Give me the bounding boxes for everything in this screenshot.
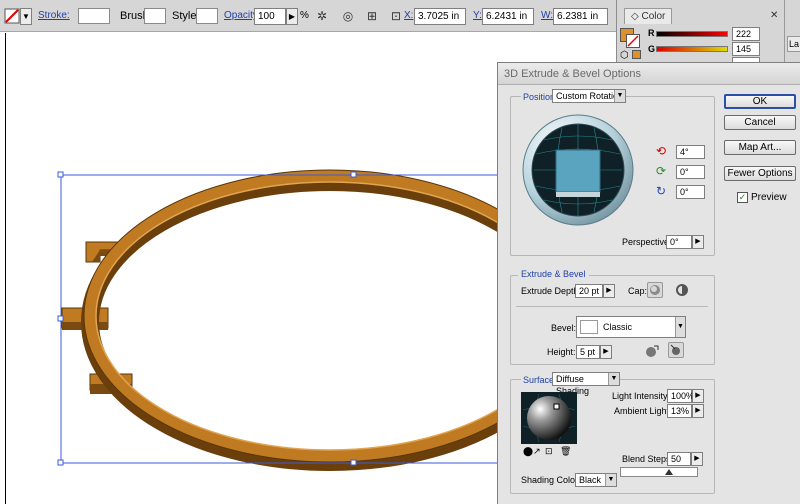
height-slider-button[interactable]: ▶ bbox=[600, 345, 612, 359]
x-axis-rotation-icon: ⟲ bbox=[656, 144, 667, 158]
delete-light-icon[interactable]: 🗑 bbox=[560, 446, 571, 457]
bevel-label: Bevel: bbox=[551, 323, 577, 333]
height-input[interactable]: 5 pt bbox=[576, 345, 600, 359]
extrude-depth-label: Extrude Depth: bbox=[521, 286, 582, 296]
perspective-slider-button[interactable]: ▶ bbox=[692, 235, 704, 249]
blend-steps-slider-button[interactable]: ▶ bbox=[691, 452, 703, 466]
ambient-light-label: Ambient Light: bbox=[614, 406, 672, 416]
blend-steps-label: Blend Steps: bbox=[622, 454, 674, 464]
chevron-down-icon: ▼ bbox=[605, 474, 616, 486]
bevel-extent-in-icon[interactable] bbox=[668, 342, 684, 358]
blend-steps-input[interactable]: 50 bbox=[667, 452, 691, 466]
cap-on-icon[interactable] bbox=[647, 282, 663, 298]
ok-button[interactable]: OK bbox=[724, 94, 796, 109]
blend-steps-slider[interactable] bbox=[620, 467, 698, 477]
bevel-extent-out-icon[interactable] bbox=[643, 343, 659, 359]
shading-color-value: Black bbox=[579, 475, 602, 485]
r-input[interactable]: 222 bbox=[732, 27, 760, 41]
perspective-label: Perspective: bbox=[622, 237, 672, 247]
color-tab-label: Color bbox=[641, 11, 666, 22]
surface-select[interactable]: Diffuse Shading ▼ bbox=[552, 372, 620, 396]
z-rotation-input[interactable]: 0° bbox=[676, 185, 705, 199]
map-art-button[interactable]: Map Art... bbox=[724, 140, 796, 155]
position-select[interactable]: Custom Rotation ▼ bbox=[552, 89, 626, 103]
position-select-value: Custom Rotation bbox=[556, 91, 624, 101]
extrude-bevel-legend: Extrude & Bevel bbox=[518, 269, 589, 279]
z-axis-rotation-icon: ↻ bbox=[656, 184, 667, 198]
color-panel-tab[interactable]: ◇ Color bbox=[624, 8, 673, 24]
ambient-light-slider-button[interactable]: ▶ bbox=[692, 404, 704, 418]
chevron-down-icon: ▼ bbox=[614, 90, 625, 102]
light-intensity-input[interactable]: 100% bbox=[667, 389, 694, 403]
x-rotation-input[interactable]: 4° bbox=[676, 145, 705, 159]
light-intensity-label: Light Intensity: bbox=[612, 391, 671, 401]
close-icon[interactable]: ✕ bbox=[770, 10, 778, 21]
preview-checkbox[interactable]: ✓ bbox=[737, 192, 748, 203]
r-slider[interactable] bbox=[656, 31, 728, 37]
preview-label[interactable]: Preview bbox=[751, 191, 787, 204]
height-label: Height: bbox=[547, 347, 576, 357]
stroke-swatch[interactable] bbox=[626, 34, 640, 48]
out-of-gamut-icon[interactable]: ⬡ bbox=[620, 50, 629, 61]
y-rotation-input[interactable]: 0° bbox=[676, 165, 705, 179]
lighting-sphere-preview[interactable] bbox=[521, 392, 577, 444]
cap-off-icon[interactable] bbox=[675, 283, 691, 299]
g-label: G bbox=[648, 44, 656, 54]
dialog-title[interactable]: 3D Extrude & Bevel Options bbox=[498, 63, 800, 85]
chevron-down-icon: ▼ bbox=[675, 317, 685, 337]
bevel-select[interactable]: Classic ▼ bbox=[576, 316, 686, 338]
chevron-down-icon: ▼ bbox=[608, 373, 619, 385]
fewer-options-button[interactable]: Fewer Options bbox=[724, 166, 796, 181]
bevel-preview-icon bbox=[580, 320, 598, 334]
new-light-icon[interactable]: ⊡ bbox=[545, 446, 553, 457]
bevel-select-value: Classic bbox=[603, 322, 633, 332]
rotation-track-cube[interactable] bbox=[522, 114, 634, 226]
g-input[interactable]: 145 bbox=[732, 42, 760, 56]
layers-tab[interactable]: La bbox=[787, 36, 800, 52]
shading-color-label: Shading Color: bbox=[521, 475, 581, 485]
cancel-button[interactable]: Cancel bbox=[724, 115, 796, 130]
slider-thumb[interactable] bbox=[665, 469, 673, 475]
ambient-light-input[interactable]: 13% bbox=[667, 404, 692, 418]
g-slider[interactable] bbox=[656, 46, 728, 52]
r-label: R bbox=[648, 28, 655, 38]
extrude-divider bbox=[516, 306, 708, 307]
gamut-swatch[interactable] bbox=[632, 50, 641, 59]
light-intensity-slider-button[interactable]: ▶ bbox=[692, 389, 704, 403]
light-move-back-icon[interactable]: ⬤↗ bbox=[523, 446, 541, 457]
y-axis-rotation-icon: ⟳ bbox=[656, 164, 667, 178]
extrude-depth-input[interactable]: 20 pt bbox=[575, 284, 603, 298]
perspective-input[interactable]: 0° bbox=[666, 235, 692, 249]
shading-color-select[interactable]: Black ▼ bbox=[575, 473, 617, 487]
extrude-depth-slider-button[interactable]: ▶ bbox=[603, 284, 615, 298]
cap-label: Cap: bbox=[628, 286, 648, 296]
